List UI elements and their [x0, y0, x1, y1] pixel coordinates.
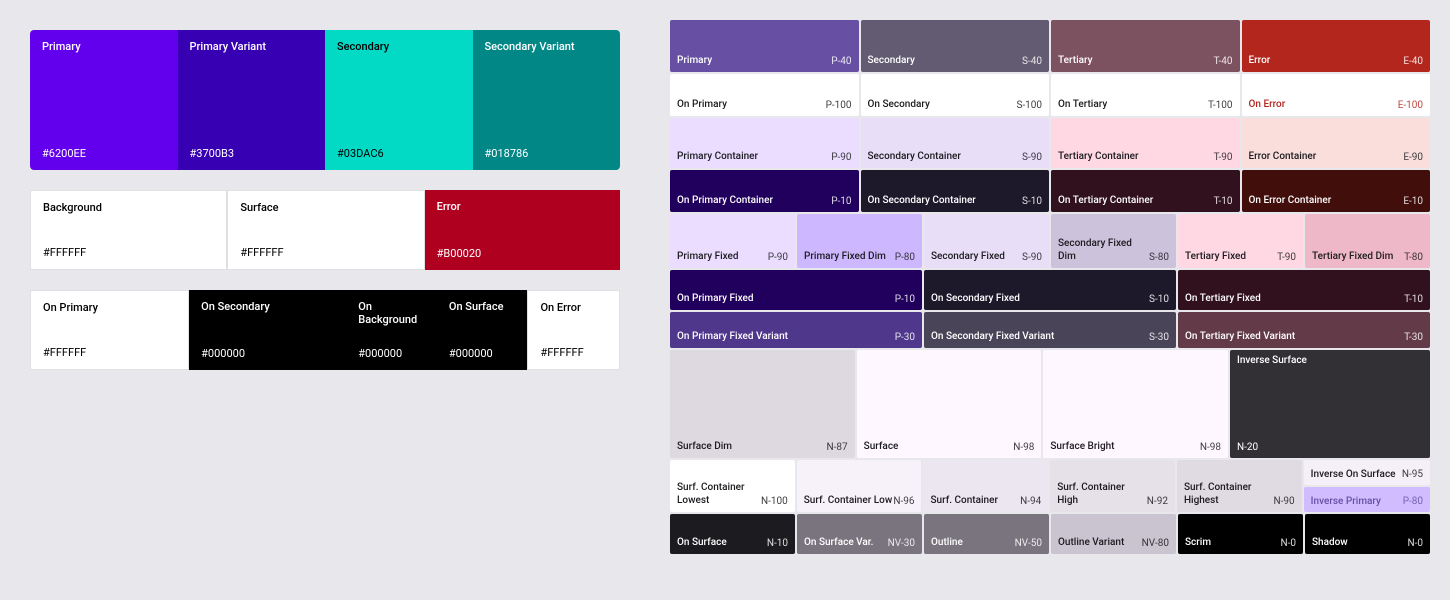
color-cell-surf.-container-highest: Surf. Container HighestN-90 — [1177, 460, 1302, 512]
color-cell-shadow: ShadowN-0 — [1305, 514, 1430, 554]
swatch-secondary: Secondary#03DAC6 — [325, 30, 473, 170]
color-cell-on-error-container: On Error ContainerE-10 — [1242, 170, 1431, 212]
color-cell-surface-dim: Surface DimN-87 — [670, 350, 855, 458]
right-panel: PrimaryP-40SecondaryS-40TertiaryT-40Erro… — [650, 0, 1450, 600]
primary-swatch-row: Primary#6200EEPrimary Variant#3700B3Seco… — [30, 30, 620, 170]
color-cell-inverse-primary: Inverse PrimaryP-80 — [1304, 487, 1430, 512]
background-surface-error-row: Background#FFFFFFSurface#FFFFFFError#B00… — [30, 190, 620, 270]
swatch-error: Error#B00020 — [425, 190, 620, 270]
color-cell-on-tertiary-container: On Tertiary ContainerT-10 — [1051, 170, 1240, 212]
color-cell-tertiary-fixed: Tertiary FixedT-90 — [1178, 214, 1303, 268]
swatch-on-surface: On Surface#000000 — [437, 290, 528, 370]
color-cell-surf.-container-lowest: Surf. Container LowestN-100 — [670, 460, 795, 512]
color-cell-on-surface-var.: On Surface Var.NV-30 — [797, 514, 922, 554]
color-cell-on-surface: On SurfaceN-10 — [670, 514, 795, 554]
color-cell-on-secondary-container: On Secondary ContainerS-10 — [861, 170, 1050, 212]
color-cell-error-container: Error ContainerE-90 — [1242, 118, 1431, 168]
color-cell-tertiary-fixed-dim: Tertiary Fixed DimT-80 — [1305, 214, 1430, 268]
color-cell-error: ErrorE-40 — [1242, 20, 1431, 72]
color-cell-inverse-on-surface: Inverse On SurfaceN-95 — [1304, 460, 1430, 485]
color-cell-on-secondary: On SecondaryS-100 — [861, 74, 1050, 116]
color-cell-primary-fixed: Primary FixedP-90 — [670, 214, 795, 268]
color-cell-inverse-surface: Inverse SurfaceN-20 — [1230, 350, 1430, 458]
color-cell-surface: SurfaceN-98 — [857, 350, 1042, 458]
color-cell-primary-fixed-dim: Primary Fixed DimP-80 — [797, 214, 922, 268]
swatch-on-error: On Error#FFFFFF — [527, 290, 620, 370]
color-cell-on-tertiary-fixed-variant: On Tertiary Fixed VariantT-30 — [1178, 312, 1430, 348]
swatch-primary: Primary#6200EE — [30, 30, 178, 170]
on-colors-row: On Primary#FFFFFFOn Secondary#000000On B… — [30, 290, 620, 370]
color-cell-tertiary: TertiaryT-40 — [1051, 20, 1240, 72]
color-cell-primary-container: Primary ContainerP-90 — [670, 118, 859, 168]
color-cell-on-tertiary: On TertiaryT-100 — [1051, 74, 1240, 116]
color-cell-on-primary: On PrimaryP-100 — [670, 74, 859, 116]
swatch-on-background: On Background#000000 — [346, 290, 437, 370]
swatch-surface: Surface#FFFFFF — [227, 190, 424, 270]
color-cell-outline: OutlineNV-50 — [924, 514, 1049, 554]
color-cell-secondary-container: Secondary ContainerS-90 — [861, 118, 1050, 168]
color-cell-tertiary-container: Tertiary ContainerT-90 — [1051, 118, 1240, 168]
color-cell-outline-variant: Outline VariantNV-80 — [1051, 514, 1176, 554]
swatch-on-primary: On Primary#FFFFFF — [30, 290, 189, 370]
swatch-primary-variant: Primary Variant#3700B3 — [178, 30, 326, 170]
color-cell-scrim: ScrimN-0 — [1178, 514, 1303, 554]
color-cell-surf.-container: Surf. ContainerN-94 — [923, 460, 1048, 512]
color-cell-on-error: On ErrorE-100 — [1242, 74, 1431, 116]
swatch-secondary-variant: Secondary Variant#018786 — [473, 30, 621, 170]
color-cell-on-secondary-fixed: On Secondary FixedS-10 — [924, 270, 1176, 310]
color-cell-secondary-fixed-dim: Secondary Fixed DimS-80 — [1051, 214, 1176, 268]
swatch-on-secondary: On Secondary#000000 — [189, 290, 346, 370]
left-panel: Primary#6200EEPrimary Variant#3700B3Seco… — [0, 0, 650, 600]
color-cell-on-primary-fixed: On Primary FixedP-10 — [670, 270, 922, 310]
color-cell-surf.-container-high: Surf. Container HighN-92 — [1050, 460, 1175, 512]
color-cell-on-primary-container: On Primary ContainerP-10 — [670, 170, 859, 212]
color-cell-secondary-fixed: Secondary FixedS-90 — [924, 214, 1049, 268]
color-cell-on-secondary-fixed-variant: On Secondary Fixed VariantS-30 — [924, 312, 1176, 348]
color-cell-surface-bright: Surface BrightN-98 — [1043, 350, 1228, 458]
color-cell-primary: PrimaryP-40 — [670, 20, 859, 72]
color-cell-on-primary-fixed-variant: On Primary Fixed VariantP-30 — [670, 312, 922, 348]
color-cell-on-tertiary-fixed: On Tertiary FixedT-10 — [1178, 270, 1430, 310]
color-cell-secondary: SecondaryS-40 — [861, 20, 1050, 72]
swatch-background: Background#FFFFFF — [30, 190, 227, 270]
color-cell-surf.-container-low: Surf. Container LowN-96 — [797, 460, 922, 512]
